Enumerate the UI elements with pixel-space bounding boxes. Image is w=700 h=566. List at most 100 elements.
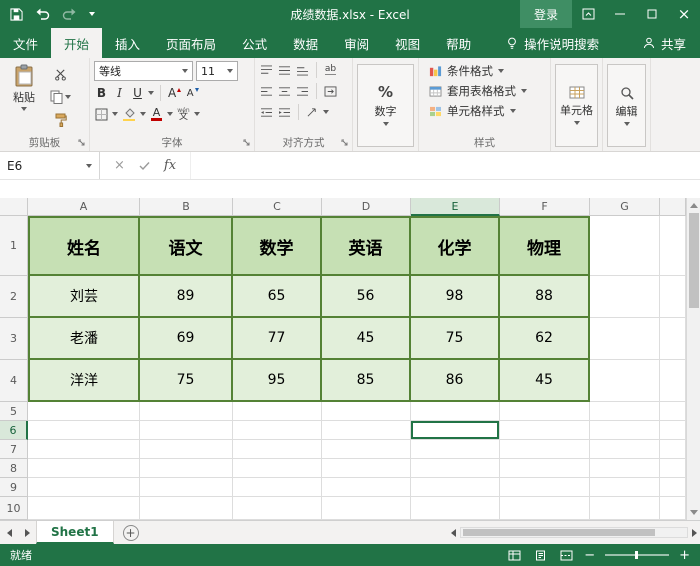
cell-D9[interactable] [322,478,411,497]
scroll-down-icon[interactable] [687,505,700,520]
decrease-font-size-button[interactable]: A [185,84,200,102]
cancel-formula-icon[interactable]: × [114,158,125,173]
cell-A1[interactable]: 姓名 [28,216,140,276]
cell-E9[interactable] [411,478,500,497]
phonetic-guide-button[interactable]: wén 文 [176,105,191,123]
cell-B4[interactable]: 75 [140,360,233,402]
row-header-7[interactable]: 7 [0,440,28,459]
maximize-button[interactable] [636,0,668,28]
align-bottom-icon[interactable] [295,61,310,79]
cell-G2[interactable] [590,276,660,318]
cell-E6[interactable] [411,421,500,440]
tab-page-layout[interactable]: 页面布局 [153,28,229,58]
borders-button[interactable] [94,105,109,123]
cell-F1[interactable]: 物理 [500,216,590,276]
zoom-slider-thumb[interactable] [635,551,639,559]
ribbon-display-options-icon[interactable] [572,0,604,28]
cell-F7[interactable] [500,440,590,459]
clipboard-dialog-launcher-icon[interactable] [77,138,87,148]
column-header-B[interactable]: B [140,198,233,216]
cell-F10[interactable] [500,497,590,520]
caret-down-icon[interactable] [148,91,154,95]
cell-D10[interactable] [322,497,411,520]
align-left-icon[interactable] [259,82,274,100]
tab-help[interactable]: 帮助 [433,28,484,58]
cell-C5[interactable] [233,402,322,421]
row-header-2[interactable]: 2 [0,276,28,318]
cell-H6[interactable] [660,421,686,440]
cell-E8[interactable] [411,459,500,478]
alignment-dialog-launcher-icon[interactable] [340,138,350,148]
tab-review[interactable]: 审阅 [331,28,382,58]
cell-E5[interactable] [411,402,500,421]
name-box[interactable]: E6 [0,152,100,179]
cell-A4[interactable]: 洋洋 [28,360,140,402]
new-sheet-button[interactable]: + [122,524,139,541]
cell-B10[interactable] [140,497,233,520]
login-button[interactable]: 登录 [519,0,572,28]
insert-function-icon[interactable]: fx [164,158,176,173]
cell-C2[interactable]: 65 [233,276,322,318]
row-header-6[interactable]: 6 [0,421,28,440]
align-center-icon[interactable] [277,82,292,100]
cell-F8[interactable] [500,459,590,478]
tab-file[interactable]: 文件 [0,28,51,58]
cell-D7[interactable] [322,440,411,459]
tab-insert[interactable]: 插入 [102,28,153,58]
cell-D4[interactable]: 85 [322,360,411,402]
italic-button[interactable]: I [112,84,127,102]
scroll-right-icon[interactable] [692,528,697,537]
font-dialog-launcher-icon[interactable] [242,138,252,148]
vertical-scrollbar[interactable] [686,198,700,520]
cell-G5[interactable] [590,402,660,421]
close-button[interactable]: × [668,0,700,28]
horizontal-scroll-thumb[interactable] [463,529,655,536]
caret-down-icon[interactable] [112,112,118,116]
conditional-formatting-button[interactable]: 条件格式 [423,61,546,81]
formula-input[interactable] [191,152,700,179]
cell-C10[interactable] [233,497,322,520]
increase-indent-icon[interactable] [277,103,292,121]
cell-H8[interactable] [660,459,686,478]
cell-E10[interactable] [411,497,500,520]
caret-down-icon[interactable] [323,110,329,114]
cell-C6[interactable] [233,421,322,440]
column-header-partial[interactable] [660,198,686,216]
cell-C9[interactable] [233,478,322,497]
caret-down-icon[interactable] [167,112,173,116]
cell-A2[interactable]: 刘芸 [28,276,140,318]
undo-icon[interactable] [35,8,50,21]
customize-qat-caret-icon[interactable] [89,12,95,16]
cell-D5[interactable] [322,402,411,421]
cell-D3[interactable]: 45 [322,318,411,360]
redo-icon[interactable] [62,8,77,21]
tell-me-search[interactable]: 操作说明搜索 [506,28,599,58]
cell-F9[interactable] [500,478,590,497]
cell-A5[interactable] [28,402,140,421]
caret-down-icon[interactable] [194,112,200,116]
column-header-A[interactable]: A [28,198,140,216]
cell-E2[interactable]: 98 [411,276,500,318]
cell-H9[interactable] [660,478,686,497]
cell-E3[interactable]: 75 [411,318,500,360]
cell-F3[interactable]: 62 [500,318,590,360]
cell-B1[interactable]: 语文 [140,216,233,276]
cell-A10[interactable] [28,497,140,520]
cell-H10[interactable] [660,497,686,520]
row-header-5[interactable]: 5 [0,402,28,421]
cell-H3[interactable] [660,318,686,360]
paste-button[interactable]: 粘贴 [4,61,44,134]
format-painter-button[interactable] [47,109,73,131]
cell-E1[interactable]: 化学 [411,216,500,276]
enter-formula-icon[interactable] [139,161,150,171]
page-break-view-icon[interactable] [558,548,574,562]
row-header-9[interactable]: 9 [0,478,28,497]
cell-A6[interactable] [28,421,140,440]
font-color-button[interactable]: A [149,105,164,123]
vertical-scroll-thumb[interactable] [688,213,699,308]
sheet-nav-left-icon[interactable] [0,521,18,544]
format-as-table-button[interactable]: 套用表格格式 [423,81,546,101]
horizontal-scrollbar[interactable] [451,521,700,544]
cell-H2[interactable] [660,276,686,318]
cell-H5[interactable] [660,402,686,421]
